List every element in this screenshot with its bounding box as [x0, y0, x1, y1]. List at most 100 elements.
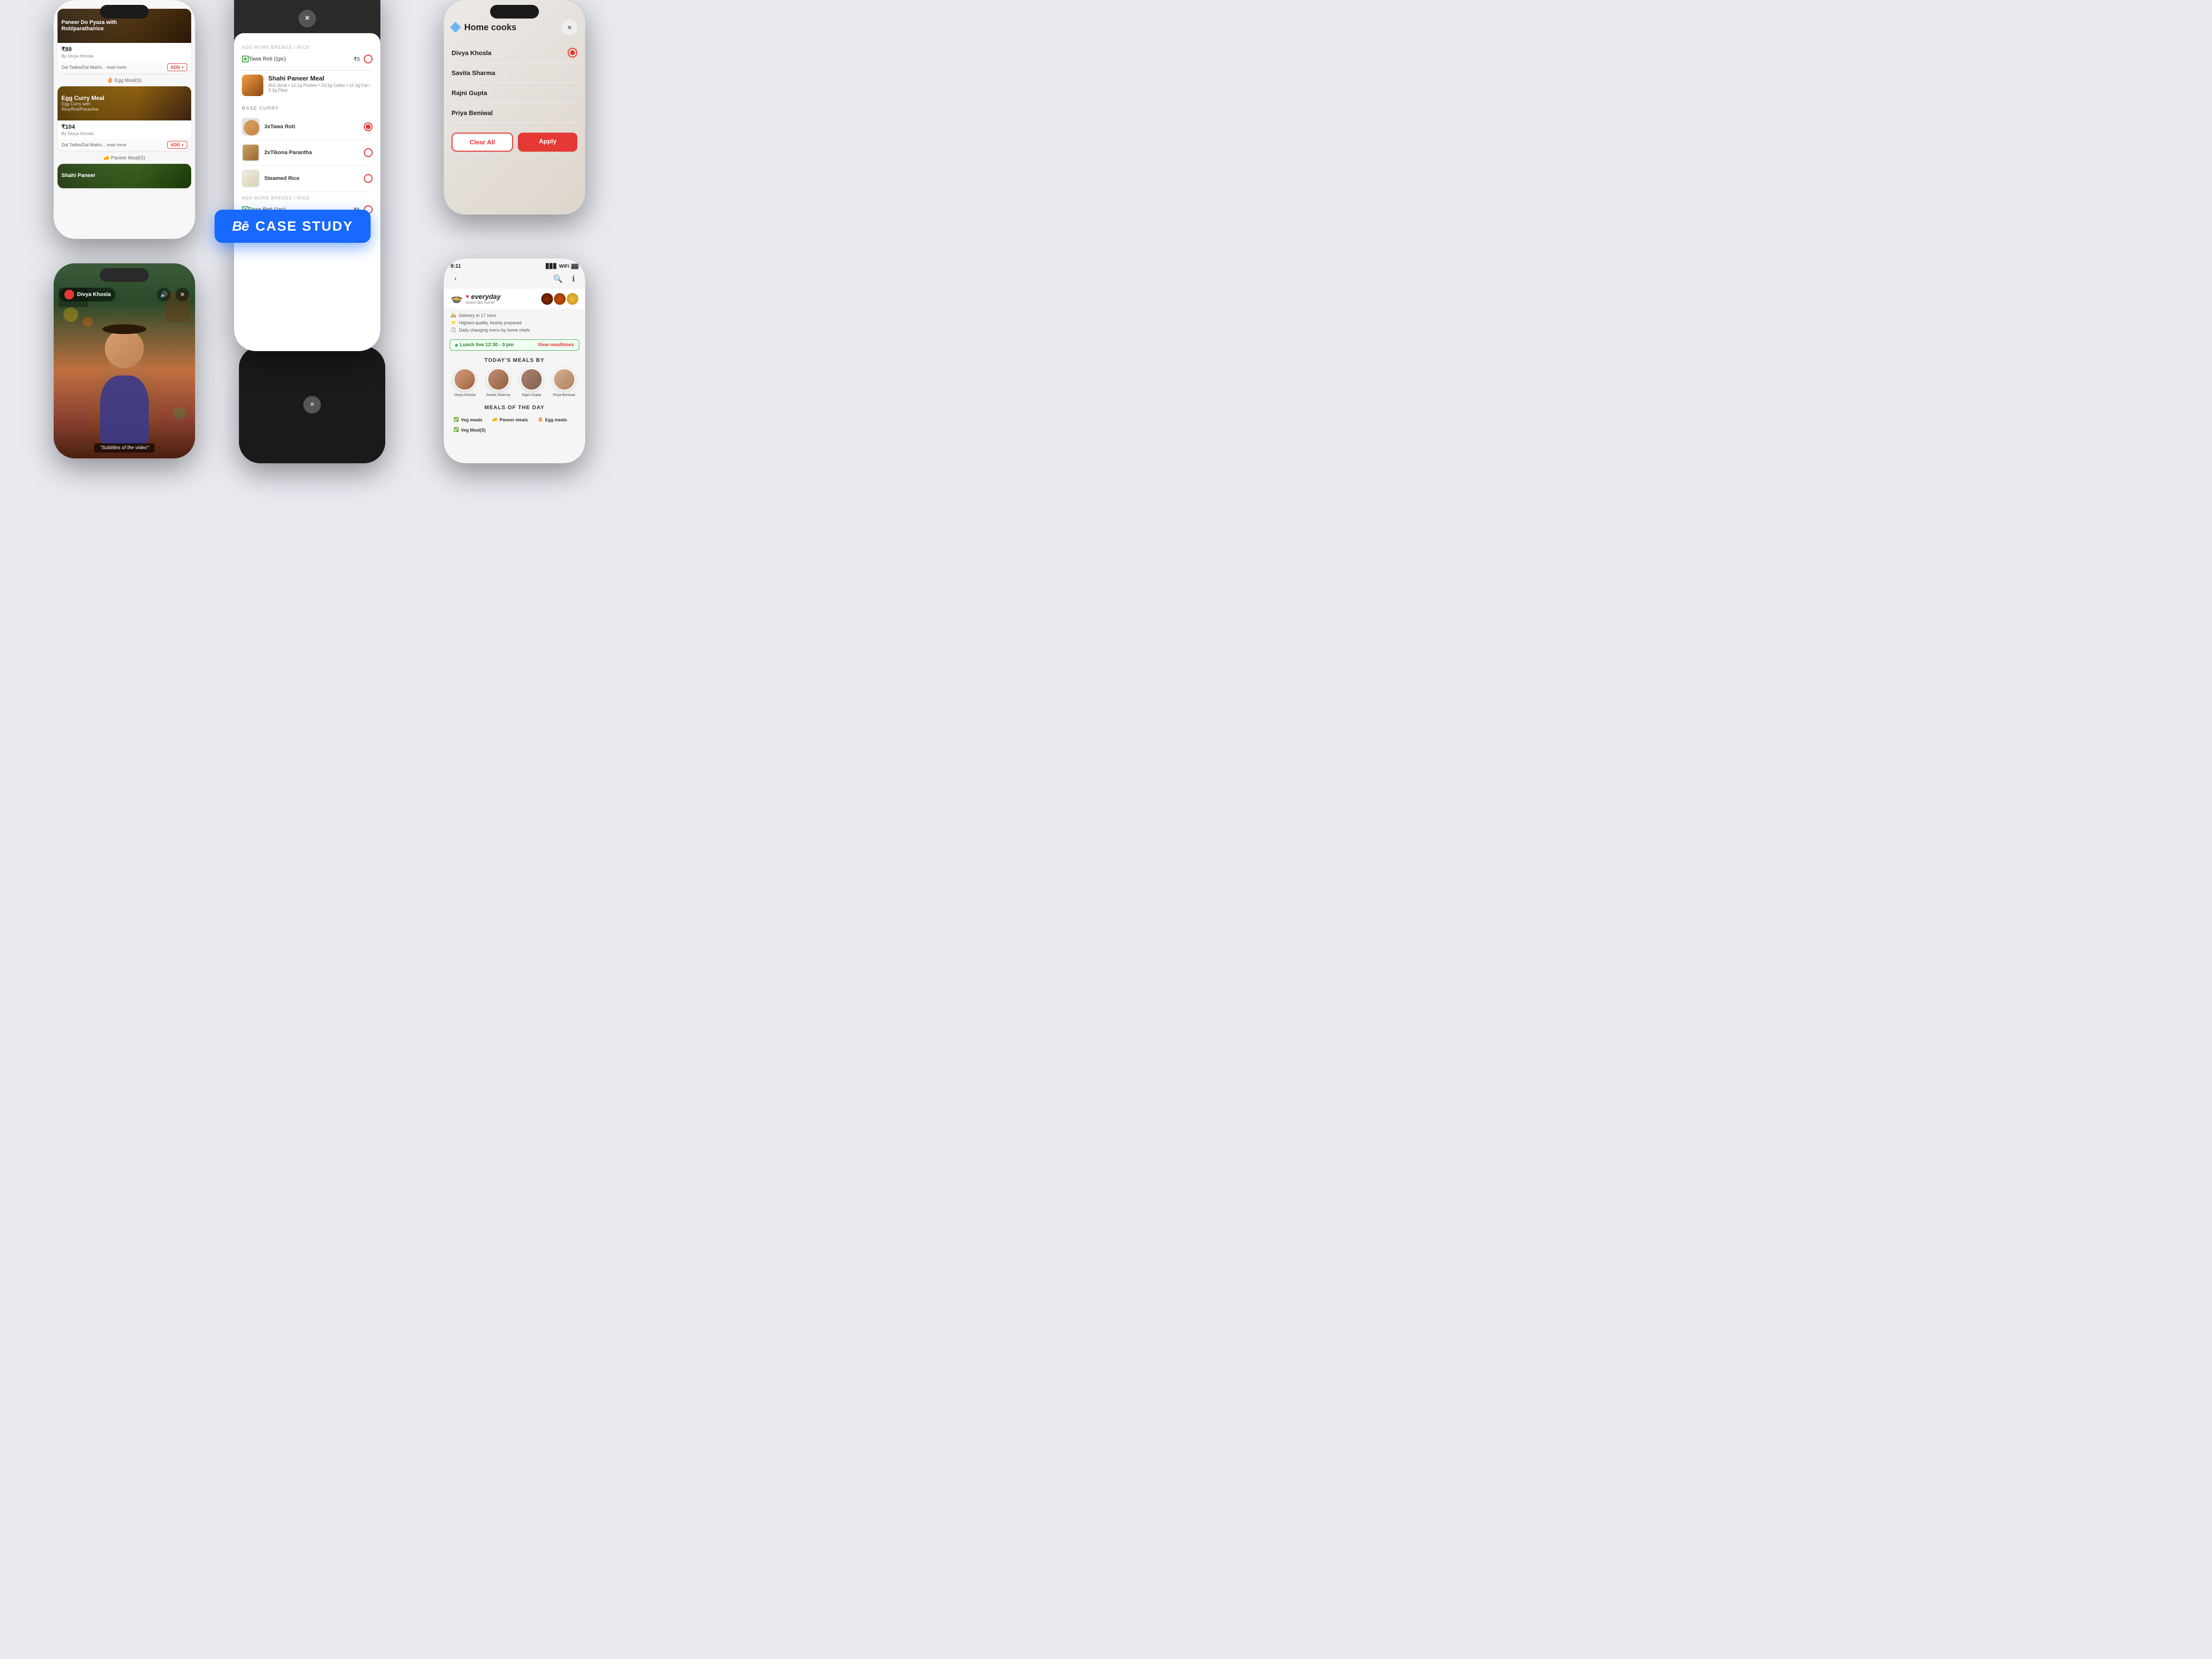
wifi-icon: WiFi	[559, 264, 569, 269]
delivery-row-1: 🛵 Delivery in 17 mins	[451, 312, 578, 319]
radio-savita[interactable]	[568, 68, 577, 78]
phone-top-right: Home cooks × Divya Khosla Savita Sharma …	[444, 0, 585, 215]
nav-bar: ‹ 🔍 ℹ	[444, 271, 585, 289]
meal-tag-egg[interactable]: 🥚 Egg meals	[534, 415, 571, 424]
meal-tag-veg-s[interactable]: ✅ Veg Meal(S)	[450, 426, 490, 434]
meal-by-egg: By Divya Khosla	[61, 131, 187, 136]
bread-thumb-rice	[242, 170, 259, 187]
meal-title-shahi: Shahi Paneer	[61, 173, 96, 179]
tawa-row-top: Tawa Roti (1pc) ₹5	[242, 52, 373, 66]
bread-name-roti: 3xTawa Roti	[264, 124, 359, 130]
delivery-row-3: 📋 Daily changing menu by home chefs	[451, 326, 578, 334]
cook-item-rajni[interactable]: Rajni Gupta	[452, 83, 577, 103]
bc-content: ×	[239, 346, 385, 463]
tr-actions: Clear All Apply	[452, 133, 577, 152]
bread-item-roti[interactable]: 3xTawa Roti	[242, 114, 373, 140]
signal-icon: ▊▊▊	[546, 264, 557, 269]
close-video-button[interactable]: ✕	[176, 288, 189, 301]
cook-avatar-name-priya: Priya Beniwal	[553, 393, 575, 397]
bread-item-rice[interactable]: Steamed Rice	[242, 166, 373, 192]
view-mealtimes-link[interactable]: View mealtimes	[538, 342, 574, 348]
cook-priya[interactable]: Priya Beniwal	[553, 368, 575, 397]
cooks-row: Divya Khosla Savita Sharma Rajni Gupta P…	[444, 366, 585, 401]
veg-s-tag-icon: ✅	[454, 427, 459, 433]
tr-header: Home cooks ×	[452, 20, 577, 35]
bread-thumb-roti	[242, 118, 259, 136]
bread-name-rice: Steamed Rice	[264, 176, 359, 181]
radio-parantha[interactable]	[364, 148, 373, 157]
egg-tag-icon: 🥚	[538, 417, 543, 422]
tawa-name-top: Tawa Roti (1pc)	[249, 56, 354, 62]
phone-notch-tl	[100, 5, 149, 19]
brand-logo: ♥ everyday tastes like home!	[466, 293, 501, 305]
close-button-tr[interactable]: ×	[562, 20, 577, 35]
behance-logo: Bē	[232, 218, 249, 234]
close-button-bc[interactable]: ×	[303, 396, 321, 414]
cook-name-priya: Priya Beniwal	[452, 109, 493, 117]
cook-rajni[interactable]: Rajni Gupta	[520, 368, 543, 397]
video-subtitle: "Subtitles of the video"	[94, 443, 155, 453]
add-button-egg[interactable]: ADD +	[167, 141, 187, 149]
add-more-top: ADD MORE BREADS / RICE	[242, 41, 373, 52]
video-user-tag: Divya Khosla	[59, 288, 116, 301]
meal-also-egg: Dal Tadka/Dal Makhi... read more ADD +	[58, 139, 191, 151]
radio-priya[interactable]	[568, 108, 577, 118]
close-button-center[interactable]: ×	[298, 10, 316, 27]
cook-item-divya[interactable]: Divya Khosla	[452, 43, 577, 63]
meal-info-row: Shahi Paneer Meal 463.2kcal • 12.1g Prot…	[242, 75, 373, 96]
cook-avatar-name-divya: Divya Khosla	[454, 393, 475, 397]
search-icon[interactable]: 🔍	[552, 273, 564, 285]
cook-name-rajni: Rajni Gupta	[452, 89, 487, 97]
back-icon[interactable]: ‹	[450, 273, 461, 285]
add-button-paneer[interactable]: ADD +	[167, 63, 187, 71]
tawa-price-top: ₹5	[354, 56, 360, 62]
spice-img-3	[567, 293, 578, 305]
radio-roti[interactable]	[364, 122, 373, 131]
info-icon[interactable]: ℹ	[568, 273, 579, 285]
cook-item-savita[interactable]: Savita Sharma	[452, 63, 577, 83]
app-header: 🍲 ♥ everyday tastes like home!	[444, 289, 585, 309]
radio-divya[interactable]	[568, 48, 577, 58]
behance-case-study-text: CASE STUDY	[256, 218, 353, 234]
radio-tawa-top[interactable]	[364, 55, 373, 63]
phone-notch-tr	[490, 5, 539, 19]
status-time: 8:11	[451, 263, 461, 269]
add-more-bottom: ADD MORE BREADS / RICE	[242, 192, 373, 202]
clear-all-button[interactable]: Clear All	[452, 133, 513, 152]
cook-divya[interactable]: Divya Khosla	[454, 368, 476, 397]
pot-icon: 🍲	[451, 293, 463, 305]
veg-icon-tawa-top	[242, 56, 249, 62]
cook-savita[interactable]: Savita Sharma	[486, 368, 510, 397]
phone-top-left: Paneer Do Pyaza with Roti/paratha/rice ₹…	[54, 0, 195, 239]
lunch-label: Lunch live 12:30 - 3 pm	[460, 342, 514, 348]
mute-button[interactable]: 🔊	[157, 288, 171, 301]
heart-icon: ♥	[466, 293, 469, 300]
phone-center: × ADD MORE BREADS / RICE Tawa Roti (1pc)…	[234, 0, 380, 351]
meal-title-egg: Egg Curry Meal Egg Curry with Rice/Roti/…	[61, 95, 120, 112]
cook-avatar-rajni	[520, 368, 543, 391]
apply-button[interactable]: Apply	[518, 133, 577, 152]
bread-thumb-parantha	[242, 144, 259, 161]
cook-avatar-name-savita: Savita Sharma	[486, 393, 510, 397]
modal-sheet: ADD MORE BREADS / RICE Tawa Roti (1pc) ₹…	[234, 33, 380, 351]
home-cooks-title: Home cooks	[464, 22, 516, 33]
radio-rice[interactable]	[364, 174, 373, 183]
behance-badge: Bē CASE STUDY	[215, 210, 371, 243]
cook-item-priya[interactable]: Priya Beniwal	[452, 103, 577, 123]
radio-rajni[interactable]	[568, 88, 577, 98]
veg-tag-icon: ✅	[454, 417, 459, 422]
meals-tags: ✅ Veg meals 🧀 Paneer meals 🥚 Egg meals ✅…	[444, 414, 585, 436]
meal-tag-paneer[interactable]: 🧀 Paneer meals	[488, 415, 532, 424]
meal-info-meta: 463.2kcal • 12.1g Protein • 23.3g Carbs …	[268, 83, 373, 93]
meal-by-paneer: By Divya Khosla	[61, 54, 187, 59]
delivery-row-2: ⭐ Highest quality, freshly prepared	[451, 319, 578, 326]
meal-info-title: Shahi Paneer Meal	[268, 75, 373, 82]
meal-tag-veg[interactable]: ✅ Veg meals	[450, 415, 486, 424]
meal-price-egg: ₹104	[61, 123, 187, 130]
bread-name-parantha: 2xTikona Parantha	[264, 150, 359, 156]
brand-name: everyday	[471, 293, 501, 300]
diamond-icon	[450, 22, 461, 33]
bread-item-parantha[interactable]: 2xTikona Parantha	[242, 140, 373, 166]
live-dot	[455, 344, 458, 347]
delivery-icon-1: 🛵	[451, 313, 456, 318]
